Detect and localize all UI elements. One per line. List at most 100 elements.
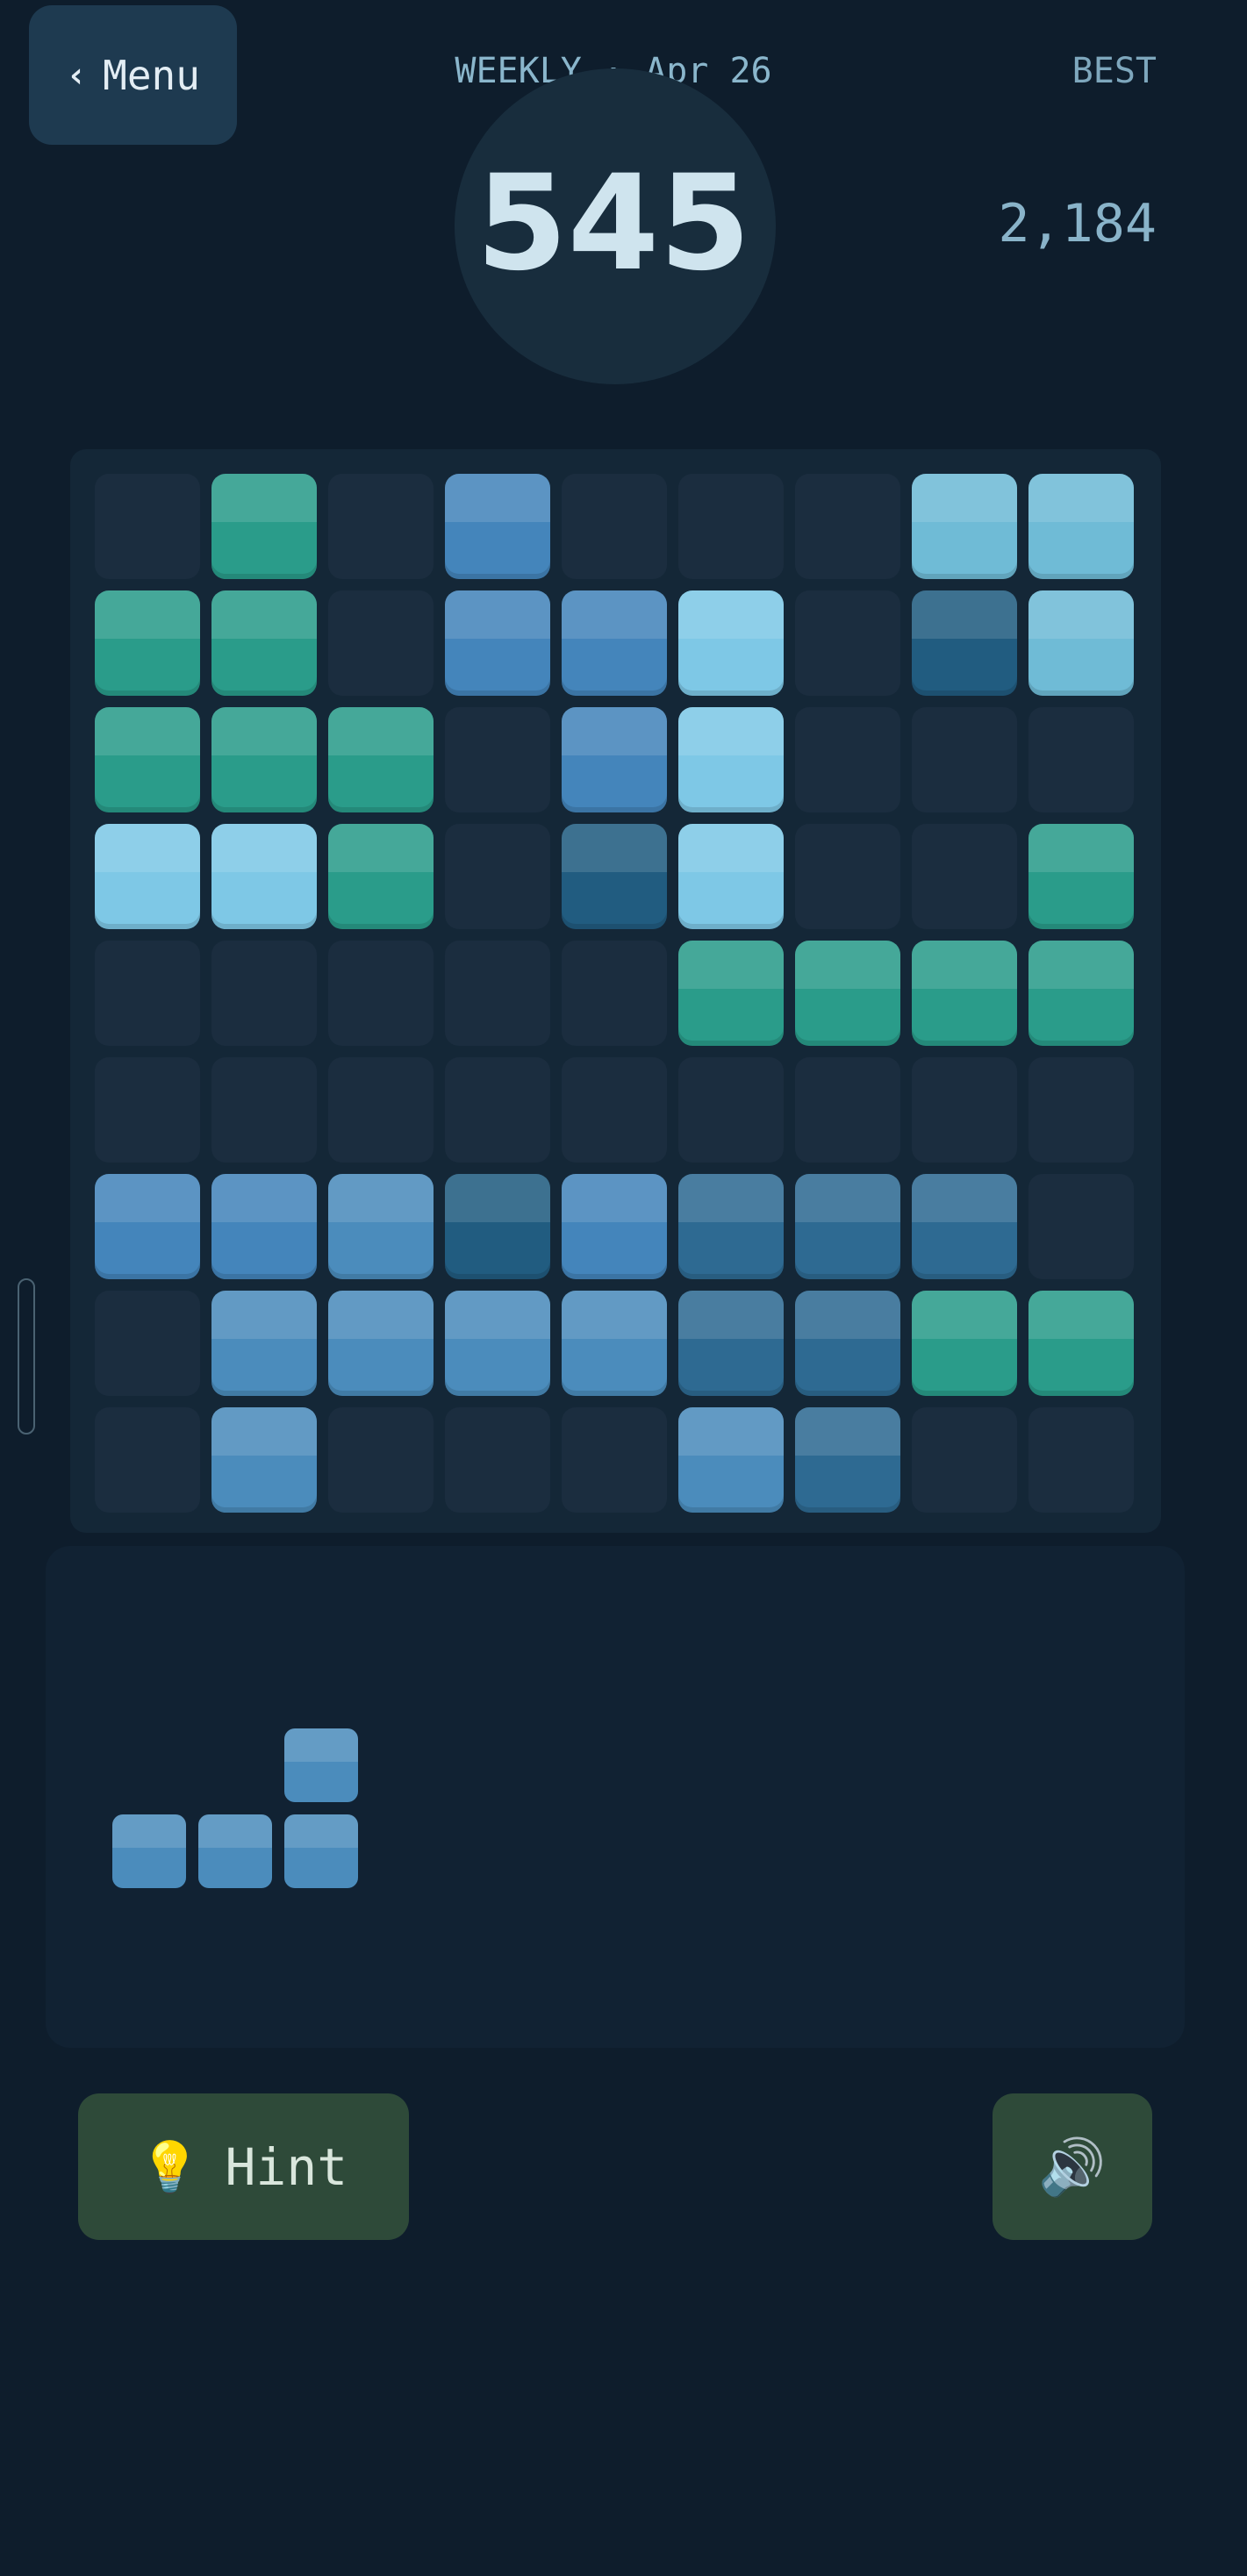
board-cell-filled[interactable] — [211, 824, 317, 929]
board-cell-empty[interactable] — [678, 474, 784, 579]
board-cell-empty[interactable] — [95, 1407, 200, 1513]
board-cell-empty[interactable] — [445, 941, 550, 1046]
board-cell-filled[interactable] — [795, 1291, 900, 1396]
board-cell-filled[interactable] — [328, 824, 434, 929]
board-cell-filled[interactable] — [1028, 474, 1134, 579]
board-cell-filled[interactable] — [795, 941, 900, 1046]
board-cell-filled[interactable] — [562, 590, 667, 696]
board-cell-empty[interactable] — [95, 941, 200, 1046]
board-cell-filled[interactable] — [1028, 824, 1134, 929]
board-cell-filled[interactable] — [562, 1291, 667, 1396]
board-cell-empty[interactable] — [95, 474, 200, 579]
board-cell-empty[interactable] — [328, 941, 434, 1046]
board-cell-empty[interactable] — [445, 1057, 550, 1163]
board-cell-filled[interactable] — [912, 1174, 1017, 1279]
tray-piece[interactable] — [112, 1728, 358, 1888]
board-cell-filled[interactable] — [678, 1174, 784, 1279]
board-cell-filled[interactable] — [912, 941, 1017, 1046]
side-scroll-handle[interactable] — [18, 1278, 35, 1435]
board-cell-filled[interactable] — [562, 707, 667, 812]
board-cell-filled[interactable] — [211, 474, 317, 579]
board-cell-filled[interactable] — [211, 590, 317, 696]
board-cell-filled[interactable] — [328, 707, 434, 812]
board-cell-empty[interactable] — [328, 590, 434, 696]
board-cell-empty[interactable] — [328, 1407, 434, 1513]
board-cell-empty[interactable] — [912, 1407, 1017, 1513]
board-cell-empty[interactable] — [562, 941, 667, 1046]
board-cell-filled[interactable] — [328, 1174, 434, 1279]
board-cell-filled[interactable] — [912, 590, 1017, 696]
piece-block[interactable] — [284, 1728, 358, 1802]
chevron-left-icon: ‹ — [66, 54, 88, 96]
board-cell-filled[interactable] — [1028, 590, 1134, 696]
board-cell-filled[interactable] — [328, 1291, 434, 1396]
board-cell-empty[interactable] — [912, 1057, 1017, 1163]
board-cell-filled[interactable] — [95, 824, 200, 929]
board-cell-filled[interactable] — [678, 1291, 784, 1396]
board-cell-empty[interactable] — [328, 474, 434, 579]
board-cell-filled[interactable] — [912, 1291, 1017, 1396]
board-cell-empty[interactable] — [562, 1407, 667, 1513]
best-label: BEST — [1071, 51, 1157, 91]
game-board — [70, 449, 1161, 1533]
board-cell-filled[interactable] — [678, 707, 784, 812]
board-cell-filled[interactable] — [912, 474, 1017, 579]
best-value: 2,184 — [998, 193, 1157, 254]
piece-block[interactable] — [284, 1814, 358, 1888]
menu-label: Menu — [103, 51, 200, 99]
piece-block[interactable] — [112, 1814, 186, 1888]
board-cell-filled[interactable] — [1028, 941, 1134, 1046]
board-cell-empty[interactable] — [1028, 1174, 1134, 1279]
board-cell-empty[interactable] — [678, 1057, 784, 1163]
board-cell-filled[interactable] — [445, 1291, 550, 1396]
board-cell-filled[interactable] — [795, 1174, 900, 1279]
hint-button[interactable]: 💡 Hint — [78, 2093, 409, 2240]
board-cell-empty[interactable] — [211, 941, 317, 1046]
board-cell-empty[interactable] — [1028, 707, 1134, 812]
menu-button[interactable]: ‹ Menu — [29, 5, 237, 145]
board-cell-empty[interactable] — [912, 707, 1017, 812]
board-cell-filled[interactable] — [795, 1407, 900, 1513]
board-cell-empty[interactable] — [1028, 1407, 1134, 1513]
board-cell-filled[interactable] — [95, 590, 200, 696]
speaker-icon: 🔊 — [1038, 2134, 1107, 2199]
board-cell-empty[interactable] — [95, 1291, 200, 1396]
board-cell-filled[interactable] — [678, 824, 784, 929]
board-cell-empty[interactable] — [95, 1057, 200, 1163]
board-cell-filled[interactable] — [211, 1291, 317, 1396]
board-cell-empty[interactable] — [328, 1057, 434, 1163]
hint-label: Hint — [225, 2136, 348, 2197]
board-cell-filled[interactable] — [211, 1174, 317, 1279]
board-cell-filled[interactable] — [562, 824, 667, 929]
board-cell-empty[interactable] — [562, 474, 667, 579]
board-cell-filled[interactable] — [562, 1174, 667, 1279]
board-cell-empty[interactable] — [445, 1407, 550, 1513]
board-cell-empty[interactable] — [795, 1057, 900, 1163]
board-cell-filled[interactable] — [211, 707, 317, 812]
board-cell-filled[interactable] — [678, 941, 784, 1046]
board-cell-empty[interactable] — [795, 707, 900, 812]
board-cell-empty[interactable] — [912, 824, 1017, 929]
lightbulb-icon: 💡 — [139, 2138, 201, 2196]
board-cell-filled[interactable] — [211, 1407, 317, 1513]
board-cell-filled[interactable] — [678, 1407, 784, 1513]
board-cell-filled[interactable] — [445, 1174, 550, 1279]
board-cell-filled[interactable] — [445, 474, 550, 579]
board-cell-filled[interactable] — [95, 707, 200, 812]
board-cell-empty[interactable] — [445, 707, 550, 812]
board-cell-empty[interactable] — [211, 1057, 317, 1163]
board-cell-empty[interactable] — [795, 824, 900, 929]
board-cell-empty[interactable] — [1028, 1057, 1134, 1163]
board-cell-empty[interactable] — [445, 824, 550, 929]
board-cell-empty[interactable] — [795, 474, 900, 579]
piece-tray — [46, 1546, 1185, 2048]
board-cell-empty[interactable] — [562, 1057, 667, 1163]
sound-button[interactable]: 🔊 — [993, 2093, 1152, 2240]
board-cell-filled[interactable] — [678, 590, 784, 696]
board-cell-filled[interactable] — [1028, 1291, 1134, 1396]
board-cell-filled[interactable] — [95, 1174, 200, 1279]
board-cell-filled[interactable] — [445, 590, 550, 696]
piece-block[interactable] — [198, 1814, 272, 1888]
score-value: 545 — [476, 147, 751, 300]
board-cell-empty[interactable] — [795, 590, 900, 696]
